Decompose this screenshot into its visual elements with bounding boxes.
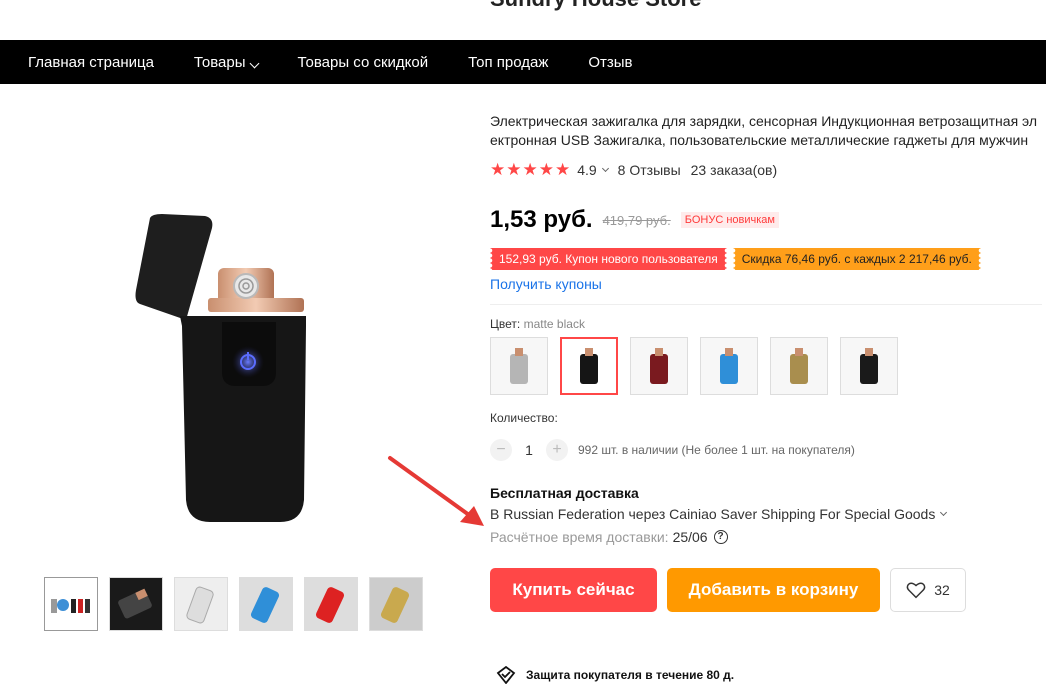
buy-now-button[interactable]: Купить сейчас <box>490 568 657 612</box>
wishlist-count: 32 <box>934 582 950 598</box>
nav-products-label: Товары <box>193 53 246 71</box>
thumb-image <box>315 587 345 623</box>
qty-plus-button[interactable]: + <box>546 439 568 461</box>
color-label-text: Цвет: <box>490 317 521 331</box>
thumbnail-2[interactable] <box>109 577 163 631</box>
divider <box>490 304 1042 305</box>
shipping-title: Бесплатная доставка <box>490 485 639 501</box>
thumbnail-6[interactable] <box>369 577 423 631</box>
swatch-image <box>580 348 598 384</box>
eta-date: 25/06 <box>672 529 708 545</box>
color-swatch-black[interactable] <box>840 337 898 395</box>
swatch-image <box>720 348 738 384</box>
quantity-label: Количество: <box>490 411 558 425</box>
thumbnail-4[interactable] <box>239 577 293 631</box>
nav-discounts-label: Товары со скидкой <box>297 53 429 71</box>
nav-home-label: Главная страница <box>28 53 154 71</box>
coupon-discount[interactable]: Скидка 76,46 руб. с каждых 2 217,46 руб. <box>732 248 981 270</box>
thumb-image <box>250 587 280 623</box>
nav-products[interactable]: Товары <box>174 54 278 71</box>
wishlist-button[interactable]: 32 <box>890 568 966 612</box>
product-title: Электрическая зажигалка для зарядки, сен… <box>490 113 1038 148</box>
nav-reviews-label: Отзыв <box>588 53 633 71</box>
quantity-stepper: − 1 + 992 шт. в наличии (Не более 1 шт. … <box>490 439 1046 461</box>
price-row: 1,53 руб. 419,79 руб. БОНУС новичкам <box>490 206 1046 234</box>
shipping-method-text: В Russian Federation через Cainiao Saver… <box>490 506 936 522</box>
eta-label: Расчётное время доставки: <box>490 529 669 545</box>
color-swatch-gold[interactable] <box>770 337 828 395</box>
old-price: 419,79 руб. <box>602 212 671 228</box>
color-selected-value: matte black <box>523 317 585 331</box>
nav-top-sales-label: Топ продаж <box>468 53 549 71</box>
nav-top-sales[interactable]: Топ продаж <box>448 54 568 71</box>
stock-info: 992 шт. в наличии (Не более 1 шт. на пок… <box>578 443 855 457</box>
nav-discounts[interactable]: Товары со скидкой <box>278 54 449 71</box>
help-icon[interactable]: ? <box>713 530 728 544</box>
chevron-down-icon <box>249 58 259 68</box>
color-swatch-dark-red[interactable] <box>630 337 688 395</box>
thumbnail-3[interactable] <box>174 577 228 631</box>
heart-icon <box>906 582 926 599</box>
thumb-image <box>118 588 152 619</box>
rating-row: ★★★★★ 4.9 8 Отзывы 23 заказа(ов) <box>490 160 1046 180</box>
color-swatch-matte-black[interactable] <box>560 337 618 395</box>
thumbnail-1[interactable] <box>44 577 98 631</box>
thumb-image <box>380 587 410 623</box>
color-swatch-silver[interactable] <box>490 337 548 395</box>
chevron-down-icon <box>940 508 948 517</box>
shipping-eta: Расчётное время доставки: 25/06 ? <box>490 529 1046 545</box>
buyer-protection: Защита покупателя в течение 80 д. <box>496 666 734 684</box>
shield-check-icon <box>496 666 516 684</box>
get-coupons-link[interactable]: Получить купоны <box>490 276 1046 292</box>
color-swatches <box>490 337 1046 395</box>
product-info: Электрическая зажигалка для зарядки, сен… <box>490 112 1046 612</box>
bonus-badge: БОНУС новичкам <box>680 212 779 228</box>
swatch-image <box>510 348 528 384</box>
rating-value[interactable]: 4.9 <box>577 162 596 178</box>
swatch-image <box>790 348 808 384</box>
buyer-protection-text: Защита покупателя в течение 80 д. <box>526 668 735 682</box>
coupon-new-user[interactable]: 152,93 руб. Купон нового пользователя <box>490 248 727 270</box>
nav-reviews[interactable]: Отзыв <box>568 54 652 71</box>
reviews-link[interactable]: 8 Отзывы <box>618 162 681 178</box>
nav-home[interactable]: Главная страница <box>8 54 174 71</box>
thumb-image <box>51 599 90 613</box>
color-label: Цвет: matte black <box>490 317 1046 331</box>
coupons-row: 152,93 руб. Купон нового пользователя Ск… <box>490 248 1046 270</box>
orders-count: 23 заказа(ов) <box>690 162 778 178</box>
thumb-image <box>186 586 214 624</box>
color-swatch-blue[interactable] <box>700 337 758 395</box>
thumbnail-strip <box>44 577 423 631</box>
store-nav: Главная страница Товары Товары со скидко… <box>0 40 1046 84</box>
add-to-cart-button[interactable]: Добавить в корзину <box>667 568 880 612</box>
swatch-image <box>860 348 878 384</box>
qty-value[interactable]: 1 <box>512 442 546 458</box>
rating-stars: ★★★★★ <box>490 160 572 179</box>
thumbnail-5[interactable] <box>304 577 358 631</box>
qty-minus-button[interactable]: − <box>490 439 512 461</box>
store-name[interactable]: Sundry House Store <box>490 0 701 12</box>
current-price: 1,53 руб. <box>490 206 593 233</box>
arrow-annotation <box>388 456 484 526</box>
shipping-method[interactable]: В Russian Federation через Cainiao Saver… <box>490 506 1046 522</box>
chevron-down-icon[interactable] <box>601 164 609 173</box>
swatch-image <box>650 348 668 384</box>
action-buttons: Купить сейчас Добавить в корзину 32 <box>490 568 1046 612</box>
